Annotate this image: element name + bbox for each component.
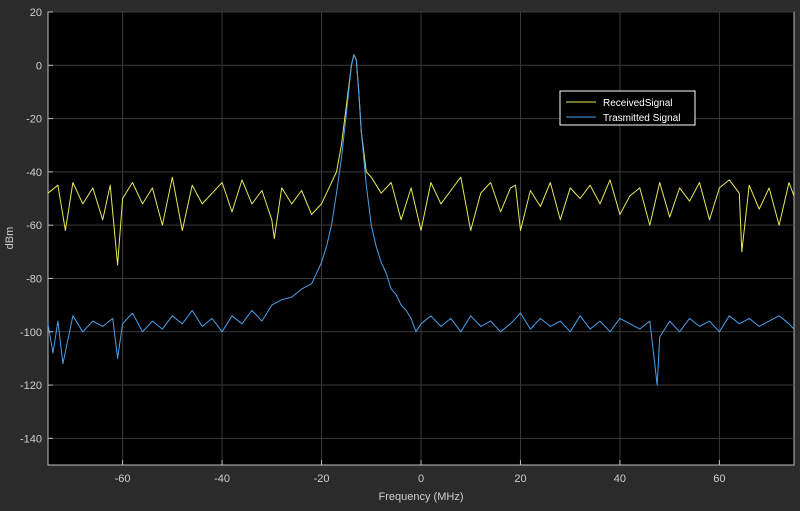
y-tick-label: -120: [20, 380, 42, 392]
x-tick-label: -40: [214, 473, 230, 485]
legend: ReceivedSignal Trasmitted Signal: [559, 90, 696, 126]
y-tick-label: -140: [20, 433, 42, 445]
y-tick-label: -40: [26, 167, 42, 179]
x-tick-label: 0: [418, 473, 424, 485]
y-tick-label: 0: [36, 60, 42, 72]
y-tick-label: -80: [26, 273, 42, 285]
y-tick-label: 20: [30, 7, 42, 19]
chart-root: -60 -40 -20 0 20 40 60 20 0 -20 -40 -60 -80 -100 -120 -…: [0, 0, 800, 506]
y-tick-label: -20: [26, 114, 42, 126]
x-tick-label: 60: [713, 473, 725, 485]
x-axis-title: Frequency (MHz): [379, 491, 464, 503]
legend-label-transmitted: Trasmitted Signal: [603, 113, 680, 124]
x-tick-label: -60: [115, 473, 131, 485]
x-tick-label: 20: [514, 473, 526, 485]
chart-svg: -60 -40 -20 0 20 40 60 20 0 -20 -40 -60 -80 -100 -120 -…: [4, 7, 795, 503]
x-tick-label: -20: [314, 473, 330, 485]
y-axis-title: dBm: [4, 227, 16, 250]
legend-label-received: ReceivedSignal: [603, 98, 673, 109]
y-tick-label: -100: [20, 327, 42, 339]
x-tick-label: 40: [614, 473, 626, 485]
y-tick-label: -60: [26, 220, 42, 232]
